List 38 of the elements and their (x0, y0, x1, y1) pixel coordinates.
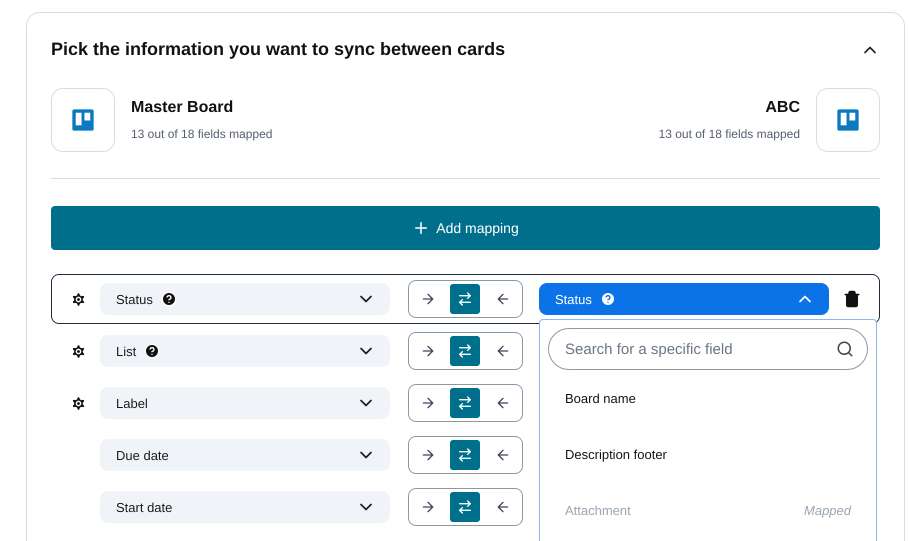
two-way-arrows-button[interactable] (450, 388, 480, 418)
two-way-arrows-icon (457, 395, 474, 411)
settings-icon[interactable] (70, 394, 87, 412)
board-logo-icon (51, 88, 115, 152)
delete-icon[interactable] (843, 290, 861, 308)
target-field-select[interactable]: Status (539, 283, 829, 315)
settings-icon[interactable] (70, 342, 87, 360)
field-select[interactable]: Due date (100, 439, 390, 471)
board-name: ABC (764, 99, 800, 117)
two-way-arrows-button[interactable] (450, 440, 480, 470)
arrow-right-icon (420, 499, 436, 515)
field-option[interactable]: Board name (548, 370, 868, 426)
field-select[interactable]: Start date (100, 491, 390, 523)
two-way-arrows-button[interactable] (450, 336, 480, 366)
field-option[interactable]: Description footer (548, 426, 868, 482)
add-mapping-button[interactable]: Add mapping (51, 206, 880, 250)
two-way-arrows-icon (457, 499, 474, 515)
fields-mapped-count: 13 out of 18 fields mapped (131, 127, 272, 141)
section-title: Pick the information you want to sync between cards (51, 39, 506, 60)
fields-mapped-count: 13 out of 18 fields mapped (658, 127, 800, 141)
arrow-right-icon (420, 343, 436, 359)
field-select[interactable]: Status (100, 283, 390, 315)
two-way-arrows-button[interactable] (450, 492, 480, 522)
arrow-right-icon (420, 291, 436, 307)
two-way-arrows-icon (457, 447, 474, 463)
two-way-arrows-icon (457, 343, 474, 359)
two-way-arrows-button[interactable] (450, 284, 480, 314)
field-select[interactable]: Label (100, 387, 390, 419)
two-way-arrows-icon (457, 291, 474, 307)
search-icon (836, 340, 854, 358)
search-field[interactable]: Search for a specific field (548, 328, 868, 370)
settings-icon[interactable] (70, 290, 87, 308)
arrow-right-icon (420, 447, 436, 463)
field-select[interactable]: List (100, 335, 390, 367)
arrow-right-icon (420, 395, 436, 411)
mapped-note: Mapped (804, 502, 851, 518)
board-logo-icon (816, 88, 880, 152)
board-name: Master Board (131, 99, 234, 117)
